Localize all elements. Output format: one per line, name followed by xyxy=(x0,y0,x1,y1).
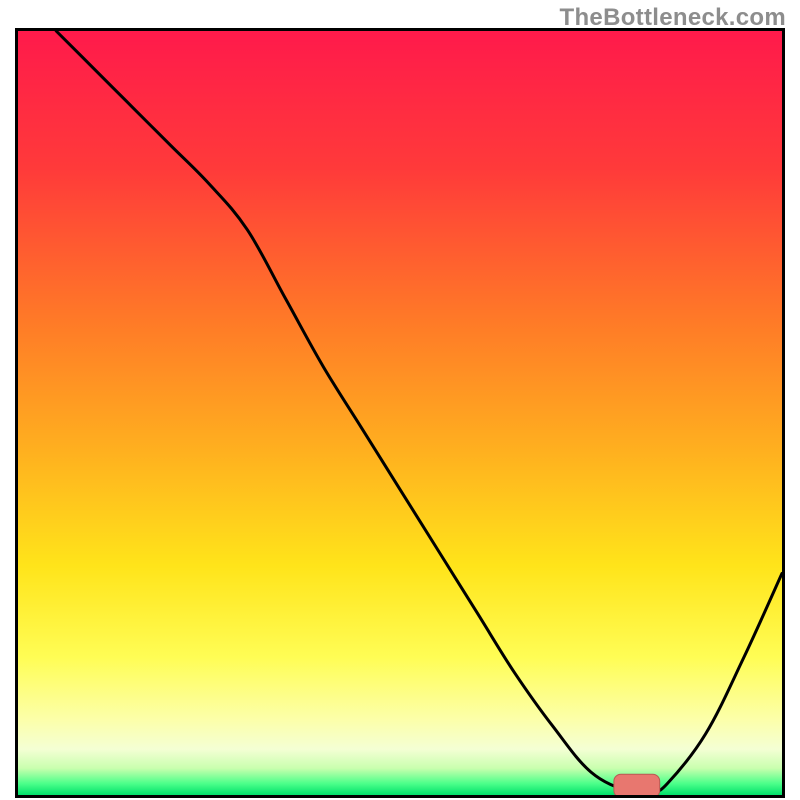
bottleneck-chart xyxy=(15,28,785,798)
plot-background xyxy=(18,31,782,795)
chart-stage: TheBottleneck.com xyxy=(0,0,800,800)
optimum-marker xyxy=(614,774,660,797)
